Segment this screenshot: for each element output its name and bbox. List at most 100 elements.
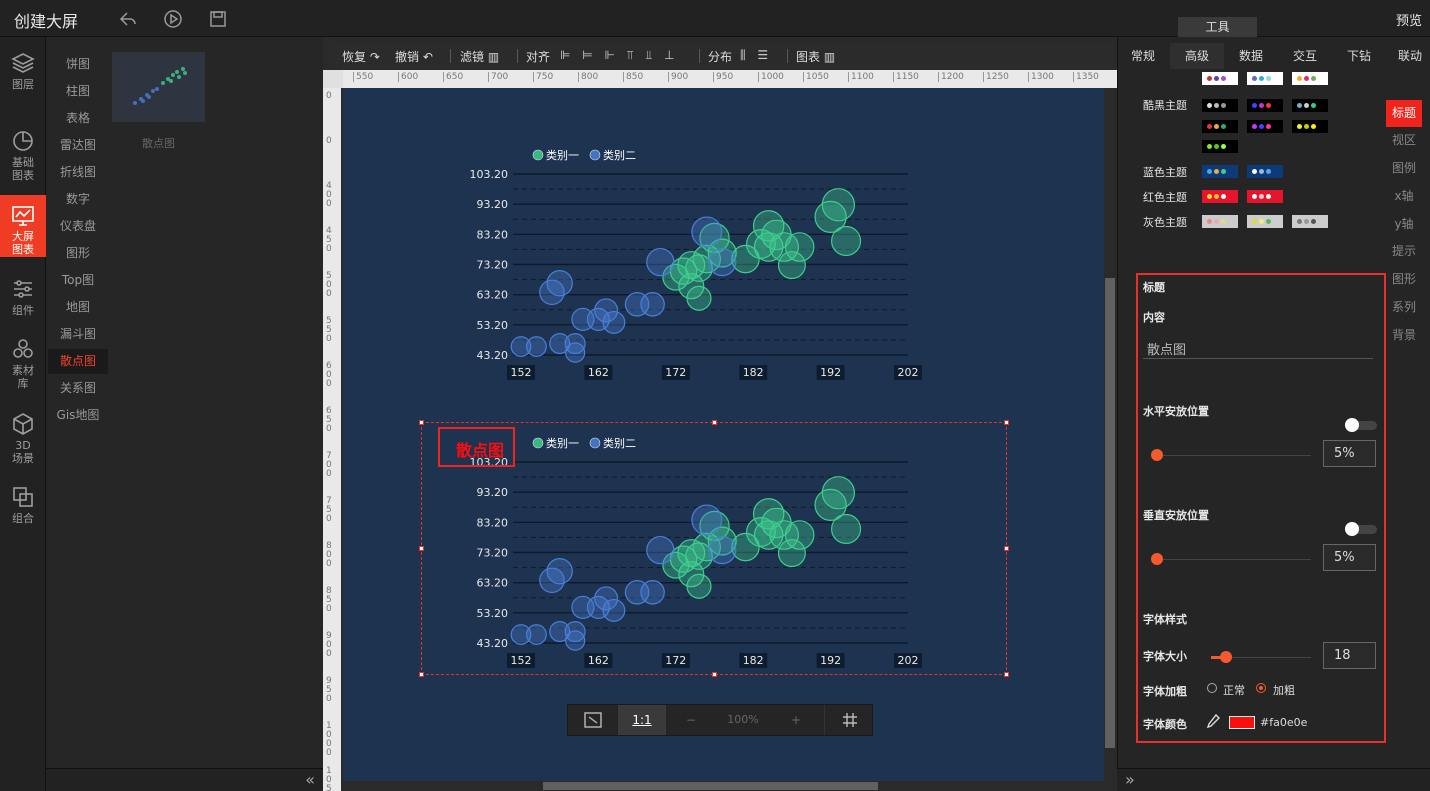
resize-handle[interactable]	[419, 672, 424, 677]
resize-handle[interactable]	[1004, 420, 1009, 425]
category-gauge[interactable]: 仪表盘	[48, 214, 108, 239]
preview-button[interactable]: 预览	[1396, 10, 1422, 29]
align-icons[interactable]: ⊫ ⊨ ⊩ ⫪ ⫫ ⊥	[560, 48, 678, 63]
category-top[interactable]: Top图	[48, 268, 108, 293]
bar-chart-icon: ▥	[823, 50, 836, 64]
category-relation[interactable]: 关系图	[48, 376, 108, 401]
vnav-graphic[interactable]: 图形	[1386, 266, 1422, 293]
theme-swatch[interactable]	[1247, 99, 1283, 112]
theme-swatch[interactable]	[1202, 215, 1238, 228]
theme-swatch[interactable]	[1202, 190, 1238, 203]
v-position-slider[interactable]	[1152, 559, 1311, 560]
resize-handle[interactable]	[419, 546, 424, 551]
category-funnel[interactable]: 漏斗图	[48, 322, 108, 347]
category-line[interactable]: 折线图	[48, 160, 108, 185]
theme-swatch[interactable]	[1247, 165, 1283, 178]
radio-normal[interactable]	[1207, 683, 1217, 693]
nav-assets[interactable]: 素材 库	[0, 337, 46, 393]
chart-button[interactable]: 图表 ▥	[796, 48, 835, 65]
resize-handle[interactable]	[1004, 672, 1009, 677]
theme-group-label: 酷黑主题	[1143, 99, 1187, 112]
resize-handle[interactable]	[712, 672, 717, 677]
undo-button[interactable]: 撤销 ↶	[395, 48, 433, 65]
nav-3d-scene[interactable]: 3D 场景	[0, 412, 46, 468]
grid-icon[interactable]	[824, 705, 874, 735]
theme-swatch[interactable]	[1202, 72, 1238, 85]
zoom-in-button[interactable]: +	[783, 705, 809, 735]
category-bar[interactable]: 柱图	[48, 79, 108, 104]
vnav-viewport[interactable]: 视区	[1386, 127, 1422, 154]
vnav-y-axis[interactable]: y轴	[1386, 211, 1422, 238]
fit-screen-icon[interactable]	[568, 705, 618, 735]
tab-linkage[interactable]: 联动	[1390, 43, 1430, 69]
theme-swatch[interactable]	[1202, 120, 1238, 133]
filter-button[interactable]: 滤镜 ▥	[460, 48, 499, 65]
theme-swatch[interactable]	[1292, 215, 1328, 228]
zoom-out-button[interactable]: −	[678, 705, 704, 735]
category-scatter[interactable]: 散点图	[48, 349, 108, 374]
theme-swatch[interactable]	[1247, 190, 1283, 203]
distribute-icons[interactable]: ⫼ ☰	[740, 48, 772, 63]
h-position-slider-knob[interactable]	[1151, 449, 1163, 461]
save-icon[interactable]	[208, 9, 228, 29]
nav-group[interactable]: 组合	[0, 485, 46, 529]
vnav-x-axis[interactable]: x轴	[1386, 183, 1422, 210]
nav-bigscreen-charts[interactable]: 大屏 图表	[0, 195, 46, 257]
eyedropper-icon[interactable]	[1206, 713, 1220, 733]
v-position-toggle[interactable]	[1345, 522, 1377, 536]
h-position-input[interactable]: 5%	[1323, 440, 1376, 467]
vnav-tooltip[interactable]: 提示	[1386, 238, 1422, 265]
category-pie[interactable]: 饼图	[48, 52, 108, 77]
nav-basic-charts[interactable]: 基础 图表	[0, 129, 46, 185]
resize-handle[interactable]	[419, 420, 424, 425]
category-map[interactable]: 地图	[48, 295, 108, 320]
category-radar[interactable]: 雷达图	[48, 133, 108, 158]
h-position-toggle[interactable]	[1345, 418, 1377, 432]
theme-swatch[interactable]	[1247, 72, 1283, 85]
resize-handle[interactable]	[712, 420, 717, 425]
vnav-legend[interactable]: 图例	[1386, 155, 1422, 182]
scatter-thumbnail[interactable]	[112, 52, 205, 122]
play-icon[interactable]	[163, 9, 183, 29]
theme-swatch[interactable]	[1247, 120, 1283, 133]
vnav-series[interactable]: 系列	[1386, 294, 1422, 321]
tab-data[interactable]: 数据	[1228, 43, 1274, 69]
tab-drilldown[interactable]: 下钻	[1336, 43, 1382, 69]
tab-general[interactable]: 常规	[1122, 43, 1164, 69]
radio-bold[interactable]	[1256, 683, 1266, 693]
theme-swatch[interactable]	[1247, 215, 1283, 228]
back-icon[interactable]	[118, 9, 138, 29]
tab-advanced[interactable]: 高级	[1170, 43, 1224, 69]
font-color-value: #fa0e0e	[1260, 716, 1308, 729]
nav-layers[interactable]: 图层	[0, 51, 46, 101]
vnav-background[interactable]: 背景	[1386, 322, 1422, 349]
tab-interaction[interactable]: 交互	[1282, 43, 1328, 69]
font-color-swatch[interactable]	[1229, 716, 1255, 729]
theme-swatch[interactable]	[1202, 165, 1238, 178]
category-shape[interactable]: 图形	[48, 241, 108, 266]
category-table[interactable]: 表格	[48, 106, 108, 131]
category-gis-map[interactable]: Gis地图	[48, 403, 108, 428]
resize-handle[interactable]	[1004, 546, 1009, 551]
v-position-input[interactable]: 5%	[1323, 544, 1376, 571]
v-position-slider-knob[interactable]	[1151, 553, 1163, 565]
font-size-input[interactable]: 18	[1323, 642, 1376, 669]
vertical-scroll-thumb[interactable]	[1105, 278, 1115, 748]
zoom-ratio-button[interactable]: 1:1	[618, 705, 666, 735]
theme-swatch[interactable]	[1292, 99, 1328, 112]
vnav-title[interactable]: 标题	[1386, 100, 1422, 127]
collapse-left-icon[interactable]: «	[305, 770, 315, 789]
horizontal-scroll-thumb[interactable]	[543, 782, 878, 790]
tools-tab[interactable]: 工具	[1178, 17, 1257, 37]
font-size-slider-knob[interactable]	[1220, 651, 1232, 663]
h-position-slider[interactable]	[1152, 455, 1311, 456]
theme-swatch[interactable]	[1202, 140, 1238, 153]
redo-button[interactable]: 恢复 ↷	[342, 48, 380, 65]
content-input[interactable]: 散点图	[1143, 339, 1373, 359]
theme-swatch[interactable]	[1292, 120, 1328, 133]
theme-swatch[interactable]	[1202, 99, 1238, 112]
theme-swatch[interactable]	[1292, 72, 1328, 85]
nav-components[interactable]: 组件	[0, 277, 46, 321]
category-number[interactable]: 数字	[48, 187, 108, 212]
expand-right-icon[interactable]: »	[1125, 770, 1135, 789]
